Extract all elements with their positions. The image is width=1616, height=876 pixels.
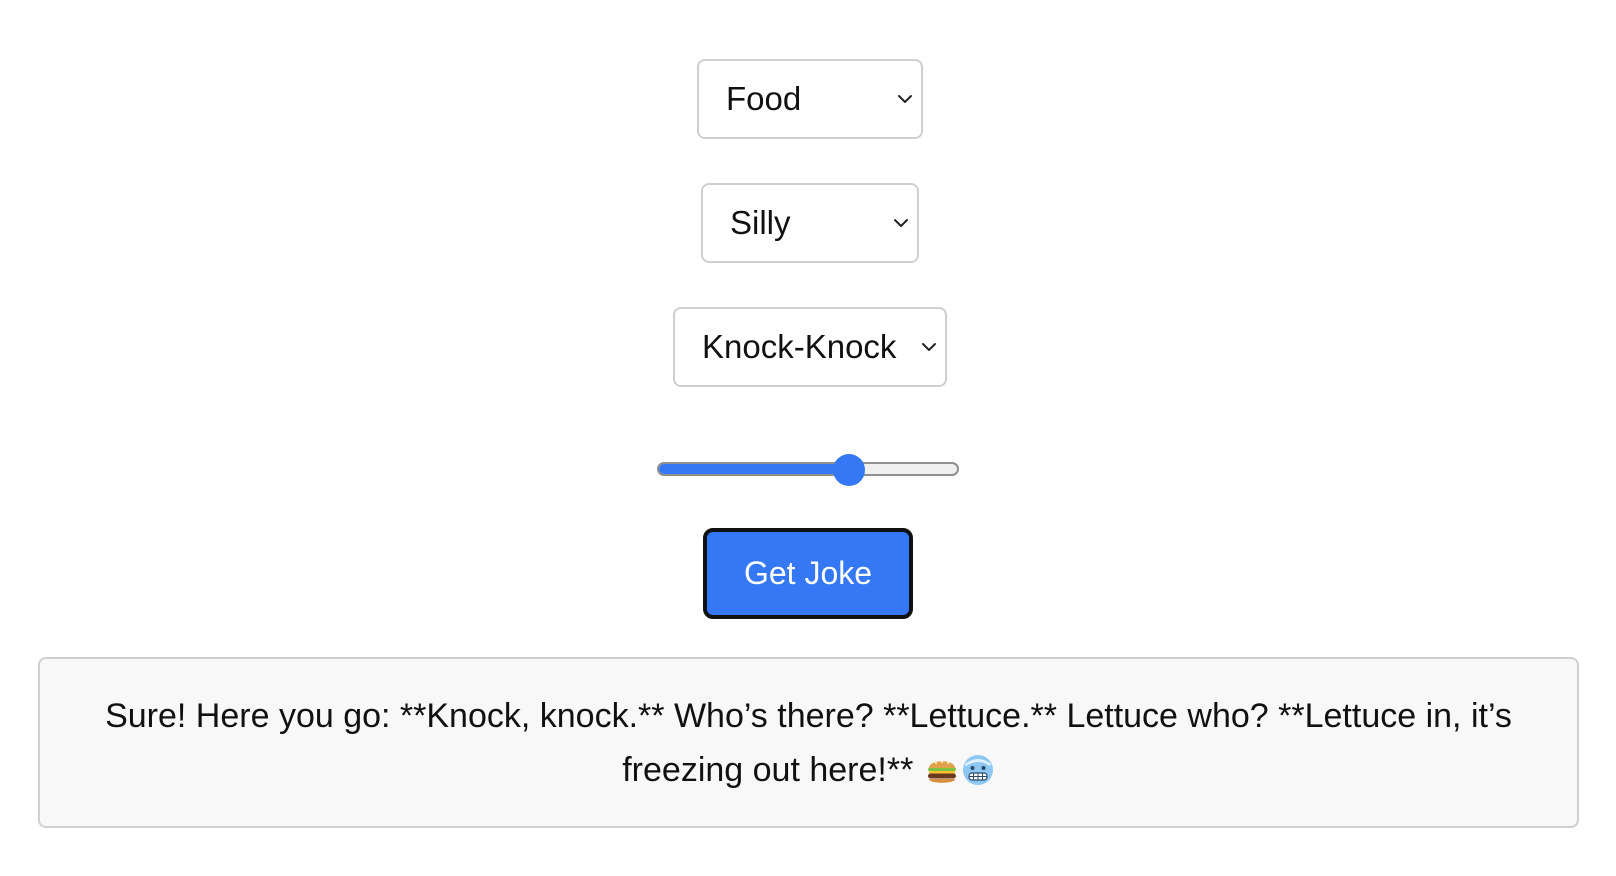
joke-type-select[interactable]: Knock-Knock — [673, 307, 947, 387]
joke-output-box: Sure! Here you go: **Knock, knock.** Who… — [38, 657, 1579, 828]
chevron-down-icon — [893, 215, 909, 231]
joke-output-text-wrap: Sure! Here you go: **Knock, knock.** Who… — [80, 689, 1537, 797]
chevron-down-icon — [897, 91, 913, 107]
range-slider[interactable] — [657, 454, 959, 486]
get-joke-button[interactable]: Get Joke — [703, 528, 913, 619]
chevron-down-icon — [921, 339, 937, 355]
category-select-value: Food — [726, 80, 802, 117]
cold-face-icon — [961, 753, 995, 787]
joke-generator-page: Food Silly Knock-Knock Get Joke Sure! He… — [0, 0, 1616, 876]
joke-output-text: Sure! Here you go: **Knock, knock.** Who… — [105, 696, 1512, 789]
slider-fill — [659, 464, 851, 474]
slider-thumb[interactable] — [832, 454, 865, 486]
category-select[interactable]: Food — [697, 59, 923, 139]
slider-track[interactable] — [657, 462, 959, 476]
tone-select[interactable]: Silly — [701, 183, 919, 263]
hamburger-icon — [925, 753, 959, 787]
tone-select-value: Silly — [730, 204, 791, 241]
joke-type-select-value: Knock-Knock — [702, 328, 897, 365]
